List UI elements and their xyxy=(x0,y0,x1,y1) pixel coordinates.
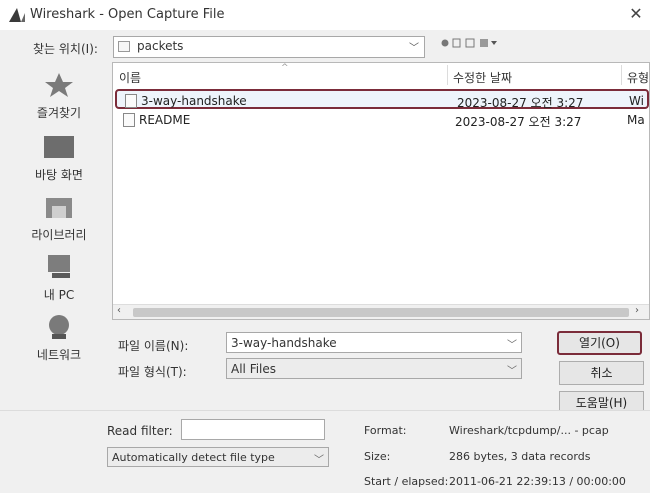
computer-icon xyxy=(48,255,70,278)
scroll-right-icon[interactable]: › xyxy=(635,305,639,316)
file-type: Ma xyxy=(627,113,645,127)
place-library[interactable]: 라이브러리 xyxy=(14,194,104,254)
place-network[interactable]: 네트워크 xyxy=(14,314,104,374)
place-favorites[interactable]: 즐겨찾기 xyxy=(14,72,104,132)
document-icon xyxy=(123,113,135,127)
wireshark-fin-icon xyxy=(9,8,25,22)
filetype-label: 파일 형식(T): xyxy=(118,365,187,379)
chevron-down-icon[interactable]: ﹀ xyxy=(507,362,517,377)
view-dropdown-icon xyxy=(491,41,497,45)
new-folder-icon xyxy=(465,38,475,48)
chevron-down-icon[interactable]: ﹀ xyxy=(507,336,517,351)
place-label: 바탕 화면 xyxy=(35,168,83,182)
filetype-dropdown[interactable]: All Files ﹀ xyxy=(226,358,522,379)
place-this-pc[interactable]: 내 PC xyxy=(14,254,104,314)
chevron-down-icon[interactable]: ﹀ xyxy=(409,39,419,54)
read-filter-label: Read filter: xyxy=(107,424,173,438)
column-divider[interactable] xyxy=(621,65,622,85)
place-label: 네트워크 xyxy=(36,348,82,362)
window-title: Wireshark - Open Capture File xyxy=(30,7,225,22)
lookin-label: 찾는 위치(I): xyxy=(33,42,98,56)
format-detect-value: Automatically detect file type xyxy=(112,451,275,464)
column-header-date[interactable]: 수정한 날짜 xyxy=(453,69,512,86)
file-date: 2023-08-27 오전 3:27 xyxy=(457,96,584,110)
folder-icon xyxy=(118,41,130,52)
close-icon[interactable]: ✕ xyxy=(626,4,646,23)
file-name: README xyxy=(139,113,191,127)
sort-ascending-icon: ^ xyxy=(281,63,289,73)
place-label: 즐겨찾기 xyxy=(36,106,82,120)
open-button[interactable]: 열기(O) xyxy=(557,331,642,355)
scroll-thumb[interactable] xyxy=(133,308,629,317)
place-label: 라이브러리 xyxy=(31,228,87,242)
start-elapsed-value: 2011-06-21 22:39:13 / 00:00:00 xyxy=(449,475,626,488)
file-date: 2023-08-27 오전 3:27 xyxy=(455,115,582,129)
start-elapsed-label: Start / elapsed: xyxy=(364,475,449,488)
file-type: Wi xyxy=(629,94,644,108)
star-icon xyxy=(45,73,73,97)
up-folder-icon xyxy=(452,38,461,48)
file-name: 3-way-handshake xyxy=(141,94,247,108)
nav-toolbar[interactable] xyxy=(440,37,510,51)
library-icon xyxy=(46,198,72,218)
places-sidebar: 즐겨찾기 바탕 화면 라이브러리 내 PC 네트워크 xyxy=(14,62,104,382)
column-divider[interactable] xyxy=(447,65,448,85)
column-header-name[interactable]: 이름 xyxy=(119,69,141,86)
format-label: Format: xyxy=(364,424,407,437)
format-detect-dropdown[interactable]: Automatically detect file type ﹀ xyxy=(107,447,329,467)
cancel-button[interactable]: 취소 xyxy=(559,361,644,385)
filename-value: 3-way-handshake xyxy=(231,336,337,350)
read-filter-input[interactable] xyxy=(181,419,325,440)
filename-label: 파일 이름(N): xyxy=(118,339,189,353)
format-value: Wireshark/tcpdump/... - pcap xyxy=(449,424,609,437)
file-icon xyxy=(125,94,137,108)
filename-input[interactable]: 3-way-handshake ﹀ xyxy=(226,332,522,353)
filetype-value: All Files xyxy=(231,362,277,376)
lookin-value: packets xyxy=(137,39,184,53)
view-menu-icon xyxy=(480,39,488,47)
horizontal-scrollbar[interactable]: ‹ › xyxy=(113,304,649,319)
file-list[interactable]: 이름 ^ 수정한 날짜 유형 3-way-handshake 2023-08-2… xyxy=(112,62,650,320)
file-row[interactable]: 3-way-handshake 2023-08-27 오전 3:27 Wi xyxy=(115,89,649,110)
place-label: 내 PC xyxy=(43,288,75,302)
file-row[interactable]: README 2023-08-27 오전 3:27 Ma xyxy=(115,110,649,130)
back-icon xyxy=(441,39,449,47)
column-header-type[interactable]: 유형 xyxy=(627,69,649,86)
chevron-down-icon[interactable]: ﹀ xyxy=(314,451,324,466)
size-label: Size: xyxy=(364,450,391,463)
title-bar: Wireshark - Open Capture File ✕ xyxy=(0,0,650,30)
scroll-left-icon[interactable]: ‹ xyxy=(117,305,121,316)
desktop-icon xyxy=(44,136,74,158)
place-desktop[interactable]: 바탕 화면 xyxy=(14,134,104,194)
size-value: 286 bytes, 3 data records xyxy=(449,450,591,463)
network-icon xyxy=(49,315,69,339)
